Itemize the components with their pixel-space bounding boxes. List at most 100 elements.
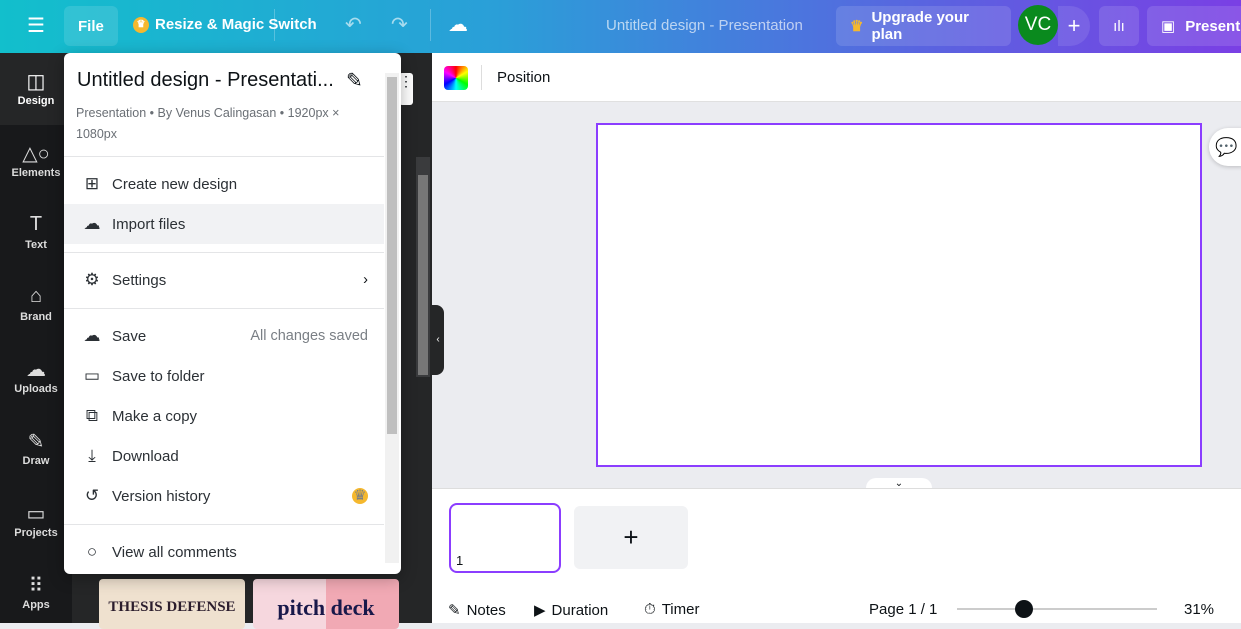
menu-create-new-design[interactable]: ⊞ Create new design [64,164,384,204]
zoom-slider[interactable] [957,600,1157,618]
crown-icon: ♛ [850,18,864,35]
menu-design-subtitle: Presentation • By Venus Calingasan • 192… [76,106,340,141]
slide-canvas[interactable] [596,123,1202,467]
file-menu: Untitled design - Presentati... ✎ Presen… [64,53,401,574]
rail-label: Design [17,95,55,107]
edit-title-icon[interactable]: ✎ [346,68,363,93]
document-title[interactable]: Untitled design - Presentation [606,17,803,34]
pages-bar: 1 + ✎ Notes ▶ Duration ⏱ Timer Page 1 / 1 3… [432,488,1241,623]
notes-button[interactable]: ✎ Notes [448,601,506,620]
page-number: 1 [456,553,464,568]
menu-icon[interactable]: ☰ [27,13,45,38]
menu-settings[interactable]: ⚙ Settings › [64,260,384,300]
folder-icon: ▭ [26,503,46,525]
layout-icon: ◫ [26,71,46,93]
zoom-slider-handle[interactable] [1015,600,1033,618]
chevron-right-icon: › [363,272,368,288]
cloud-saved-icon[interactable]: ☁ [448,12,468,37]
rail-label: Uploads [14,383,58,395]
analytics-icon[interactable]: ılı [1099,6,1139,46]
rail-draw[interactable]: ✎ Draw [0,413,72,485]
menu-label: Download [112,447,179,465]
rail-label: Elements [11,167,61,179]
notes-label: Notes [466,601,506,619]
resize-button[interactable]: ♛ Resize & Magic Switch [133,16,317,33]
comment-icon: ○ [86,542,98,561]
menu-label: Save [112,327,147,345]
template-pitch[interactable]: pitch deck [253,579,399,629]
menu-import-files[interactable]: ☁ Import files [64,204,384,244]
rail-brand[interactable]: ⌂ Brand [0,269,72,341]
menu-label: Save to folder [112,367,205,385]
rail-label: Brand [20,311,52,323]
add-page-button[interactable]: + [574,506,688,569]
present-button[interactable]: ▣ Present [1147,6,1241,46]
text-icon: T [29,213,43,235]
cloud-upload-icon: ☁ [26,359,46,381]
rail-label: Projects [14,527,58,539]
collapse-panel-button[interactable]: ‹ [432,305,444,375]
redo-icon[interactable]: ↷ [391,12,408,37]
draw-icon: ✎ [27,431,45,453]
notes-icon: ✎ [448,602,461,619]
history-icon: ↺ [84,486,100,505]
gear-icon: ⚙ [84,270,100,289]
menu-version-history[interactable]: ↺ Version history ♛ [64,476,384,516]
menu-label: Version history [112,487,211,505]
present-icon: ▣ [1161,18,1176,35]
menu-design-title: Untitled design - Presentati... [77,69,334,91]
shapes-icon: △○ [22,143,50,165]
template-thesis[interactable]: THESIS DEFENSE [99,579,245,629]
menu-label: Create new design [112,175,238,193]
page-thumbnail[interactable]: 1 [449,503,561,573]
present-label: Present [1185,17,1241,35]
panel-scrollbar[interactable] [416,157,430,377]
upgrade-button[interactable]: ♛ Upgrade your plan [836,6,1011,46]
add-collaborator-button[interactable]: + [1058,6,1090,46]
rail-label: Draw [22,455,50,467]
menu-label: Import files [112,215,186,233]
file-menu-button[interactable]: File [64,6,118,46]
duration-label: Duration [551,601,609,619]
menu-save-to-folder[interactable]: ▭ Save to folder [64,356,384,396]
resize-label: Resize & Magic Switch [155,16,317,33]
save-status: All changes saved [250,328,368,344]
copy-icon: ⧉ [85,406,99,425]
timer-button[interactable]: ⏱ Timer [644,601,699,618]
cloud-check-icon: ☁ [83,326,101,345]
top-bar: ☰ File ♛ Resize & Magic Switch ↶ ↷ ☁ Unti… [0,0,1241,53]
menu-make-a-copy[interactable]: ⧉ Make a copy [64,396,384,436]
timer-icon: ⏱ [644,601,656,618]
brand-icon: ⌂ [29,285,43,307]
context-toolbar: Position [432,53,1241,102]
rail-elements[interactable]: △○ Elements [0,125,72,197]
add-comment-icon[interactable]: 💬 [1209,128,1241,166]
menu-label: Settings [112,271,167,289]
apps-icon: ⠿ [28,575,44,597]
rail-label: Text [25,239,47,251]
menu-save[interactable]: ☁ Save All changes saved [64,316,384,356]
menu-label: Make a copy [112,407,198,425]
menu-label: View all comments [112,543,237,561]
crown-icon: ♛ [133,16,149,33]
undo-icon[interactable]: ↶ [345,12,362,37]
position-button[interactable]: Position [497,69,550,86]
rail-apps[interactable]: ⠿ Apps [0,557,72,629]
zoom-level[interactable]: 31% [1184,601,1214,618]
play-icon: ▶ [534,602,546,619]
color-picker-icon[interactable] [444,66,468,90]
rail-design[interactable]: ◫ Design [0,53,72,125]
menu-scrollbar[interactable] [385,73,399,563]
cloud-upload-icon: ☁ [83,214,101,233]
menu-view-all-comments[interactable]: ○ View all comments [64,532,384,572]
more-options-icon[interactable]: ⋮ [399,73,413,105]
menu-download[interactable]: ⤓ Download [64,436,384,476]
crown-icon: ♛ [352,488,368,504]
page-indicator[interactable]: Page 1 / 1 [869,601,937,618]
rail-text[interactable]: T Text [0,197,72,269]
folder-icon: ▭ [83,366,101,385]
rail-projects[interactable]: ▭ Projects [0,485,72,557]
rail-uploads[interactable]: ☁ Uploads [0,341,72,413]
avatar[interactable]: VC [1018,5,1058,45]
duration-button[interactable]: ▶ Duration [534,601,609,620]
